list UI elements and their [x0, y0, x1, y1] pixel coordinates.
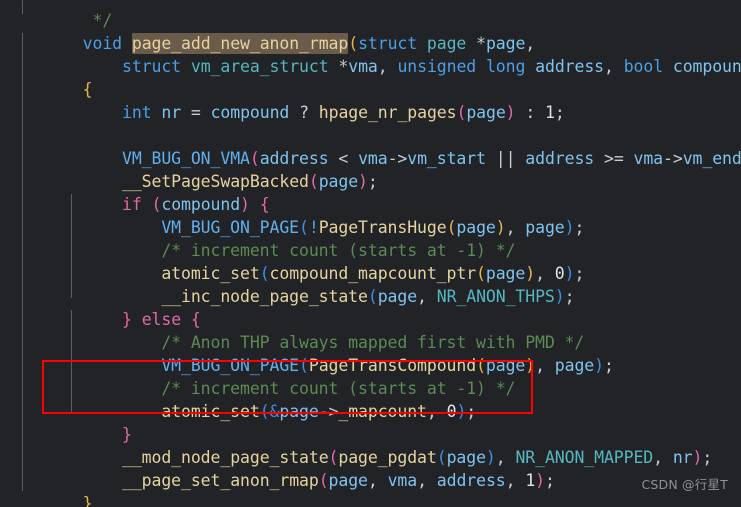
code-line[interactable]: } else { — [0, 285, 741, 329]
watermark-label: CSDN @行星T — [641, 477, 728, 492]
code-line[interactable]: } — [0, 469, 741, 507]
code-line[interactable]: struct vm_area_struct *vma, unsigned lon… — [0, 32, 741, 76]
code-line[interactable]: /* increment count (starts at -1) */ — [0, 354, 741, 398]
code-line[interactable]: VM_BUG_ON_PAGE(!PageTransHuge(page), pag… — [0, 193, 741, 237]
code-editor-surface[interactable]: */ void page_add_new_anon_rmap(struct pa… — [0, 0, 741, 507]
code-line[interactable] — [0, 101, 741, 124]
code-line[interactable]: __page_set_anon_rmap(page, vma, address,… — [0, 446, 741, 490]
code-line[interactable]: */ — [0, 0, 741, 30]
code-line[interactable]: VM_BUG_ON_PAGE(PageTransCompound(page), … — [0, 331, 741, 375]
code-line[interactable]: { — [0, 55, 741, 99]
code-line[interactable]: } — [0, 400, 741, 444]
code-line[interactable]: __SetPageSwapBacked(page); — [0, 147, 741, 191]
code-screenshot: */ void page_add_new_anon_rmap(struct pa… — [0, 0, 741, 507]
code-line[interactable]: __inc_node_page_state(page, NR_ANON_THPS… — [0, 262, 741, 306]
code-line[interactable]: void page_add_new_anon_rmap(struct page … — [0, 9, 741, 54]
code-line[interactable]: atomic_set(compound_mapcount_ptr(page), … — [0, 239, 741, 283]
code-line[interactable]: /* Anon THP always mapped first with PMD… — [0, 308, 741, 352]
code-token-brace: } — [82, 494, 93, 507]
code-line[interactable]: /* increment count (starts at -1) */ — [0, 216, 741, 260]
code-line-list: */ void page_add_new_anon_rmap(struct pa… — [0, 0, 741, 507]
code-line[interactable]: VM_BUG_ON_VMA(address < vma->vm_start ||… — [0, 124, 741, 168]
code-line[interactable]: int nr = compound ? hpage_nr_pages(page)… — [0, 78, 741, 122]
code-line[interactable]: if (compound) { — [0, 170, 741, 214]
code-line[interactable]: __mod_node_page_state(page_pgdat(page), … — [0, 423, 741, 467]
code-line[interactable]: atomic_set(&page->_mapcount, 0); — [0, 377, 741, 421]
